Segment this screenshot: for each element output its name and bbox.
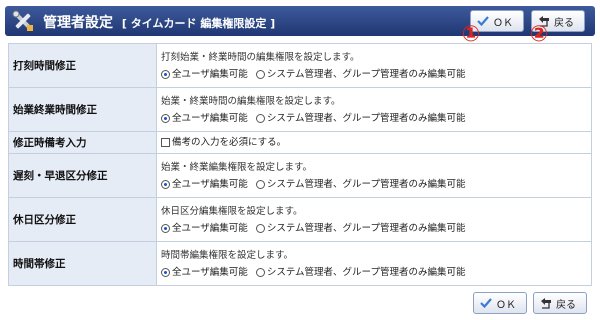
row-content: 始業・終業時間の編集権限を設定します。 全ユーザ編集可能 システム管理者、グルー… bbox=[156, 87, 592, 132]
page-title: 管理者設定 [ タイムカード 編集権限設定 ] bbox=[43, 12, 275, 32]
back-button-bottom[interactable]: 戻る bbox=[533, 292, 587, 314]
radio-button[interactable] bbox=[161, 223, 170, 233]
radio-button[interactable] bbox=[255, 179, 265, 189]
row-label: 修正時備考入力 bbox=[8, 131, 157, 154]
radio-button[interactable] bbox=[255, 113, 265, 123]
required-note-checkbox[interactable]: 備考の入力を必須にする。 bbox=[161, 134, 286, 151]
radio-label: システム管理者、グループ管理者のみ編集可能 bbox=[266, 68, 466, 80]
ok-button-label: ＯＫ bbox=[496, 299, 516, 311]
radio-label: システム管理者、グループ管理者のみ編集可能 bbox=[266, 112, 466, 124]
checkbox[interactable] bbox=[161, 138, 170, 147]
check-icon bbox=[480, 298, 492, 309]
radio-admins-only[interactable]: システム管理者、グループ管理者のみ編集可能 bbox=[255, 110, 466, 127]
row-label: 始業終業時間修正 bbox=[8, 87, 157, 132]
radio-button[interactable] bbox=[255, 223, 265, 233]
tools-icon bbox=[12, 10, 33, 31]
table-row: 始業終業時間修正 始業・終業時間の編集権限を設定します。 全ユーザ編集可能 シス… bbox=[8, 87, 592, 132]
radio-label: システム管理者、グループ管理者のみ編集可能 bbox=[266, 222, 466, 234]
back-button-label: 戻る bbox=[556, 299, 576, 311]
radio-button[interactable] bbox=[161, 113, 170, 123]
row-label: 休日区分修正 bbox=[8, 197, 157, 242]
row-content: 休日区分編集権限を設定します。 全ユーザ編集可能 システム管理者、グループ管理者… bbox=[156, 197, 592, 242]
radio-all-users[interactable]: 全ユーザ編集可能 bbox=[161, 176, 248, 193]
row-description: 時間帯編集権限を設定します。 bbox=[161, 249, 294, 261]
row-content: 始業・終業編集権限を設定します。 全ユーザ編集可能 システム管理者、グループ管理… bbox=[156, 153, 592, 198]
row-label: 遅刻・早退区分修正 bbox=[8, 153, 157, 198]
ok-button-label: ＯＫ bbox=[493, 17, 513, 29]
radio-label: 全ユーザ編集可能 bbox=[172, 68, 248, 80]
radio-button[interactable] bbox=[255, 267, 265, 277]
radio-button[interactable] bbox=[161, 267, 170, 277]
table-row: 打刻時間修正 打刻始業・終業時間の編集権限を設定します。 全ユーザ編集可能 シス… bbox=[8, 43, 592, 88]
radio-all-users[interactable]: 全ユーザ編集可能 bbox=[161, 110, 248, 127]
row-content: 時間帯編集権限を設定します。 全ユーザ編集可能 システム管理者、グループ管理者の… bbox=[156, 241, 592, 286]
row-content: 打刻始業・終業時間の編集権限を設定します。 全ユーザ編集可能 システム管理者、グ… bbox=[156, 43, 592, 88]
row-description: 始業・終業編集権限を設定します。 bbox=[161, 161, 313, 173]
radio-label: システム管理者、グループ管理者のみ編集可能 bbox=[266, 266, 466, 278]
ok-button-bottom[interactable]: ＯＫ bbox=[473, 292, 527, 314]
radio-admins-only[interactable]: システム管理者、グループ管理者のみ編集可能 bbox=[255, 66, 466, 83]
radio-label: 全ユーザ編集可能 bbox=[172, 266, 248, 278]
radio-button[interactable] bbox=[255, 69, 265, 79]
settings-table: 打刻時間修正 打刻始業・終業時間の編集権限を設定します。 全ユーザ編集可能 シス… bbox=[8, 43, 592, 286]
row-content: 備考の入力を必須にする。 bbox=[156, 131, 592, 154]
radio-all-users[interactable]: 全ユーザ編集可能 bbox=[161, 66, 248, 83]
table-row: 遅刻・早退区分修正 始業・終業編集権限を設定します。 全ユーザ編集可能 システム… bbox=[8, 153, 592, 198]
page-subtitle: [ タイムカード 編集権限設定 ] bbox=[121, 17, 276, 30]
table-row: 修正時備考入力 備考の入力を必須にする。 bbox=[8, 131, 592, 154]
back-arrow-icon bbox=[541, 298, 551, 309]
row-description: 休日区分編集権限を設定します。 bbox=[161, 205, 303, 217]
row-label: 時間帯修正 bbox=[8, 241, 157, 286]
checkbox-label: 備考の入力を必須にする。 bbox=[172, 137, 287, 148]
table-row: 休日区分修正 休日区分編集権限を設定します。 全ユーザ編集可能 システム管理者、… bbox=[8, 197, 592, 242]
back-button-label: 戻る bbox=[554, 17, 574, 29]
radio-button[interactable] bbox=[161, 69, 170, 79]
table-row: 時間帯修正 時間帯編集権限を設定します。 全ユーザ編集可能 システム管理者、グル… bbox=[8, 241, 592, 286]
row-description: 始業・終業時間の編集権限を設定します。 bbox=[161, 95, 341, 107]
radio-label: 全ユーザ編集可能 bbox=[172, 112, 248, 124]
radio-label: 全ユーザ編集可能 bbox=[172, 178, 248, 190]
radio-all-users[interactable]: 全ユーザ編集可能 bbox=[161, 264, 248, 281]
radio-label: 全ユーザ編集可能 bbox=[172, 222, 248, 234]
radio-admins-only[interactable]: システム管理者、グループ管理者のみ編集可能 bbox=[255, 220, 466, 237]
radio-admins-only[interactable]: システム管理者、グループ管理者のみ編集可能 bbox=[255, 264, 466, 281]
row-description: 打刻始業・終業時間の編集権限を設定します。 bbox=[161, 51, 360, 63]
page-title-text: 管理者設定 bbox=[43, 15, 113, 31]
radio-all-users[interactable]: 全ユーザ編集可能 bbox=[161, 220, 248, 237]
radio-label: システム管理者、グループ管理者のみ編集可能 bbox=[266, 178, 466, 190]
row-label: 打刻時間修正 bbox=[8, 43, 157, 88]
radio-button[interactable] bbox=[161, 179, 170, 189]
radio-admins-only[interactable]: システム管理者、グループ管理者のみ編集可能 bbox=[255, 176, 466, 193]
